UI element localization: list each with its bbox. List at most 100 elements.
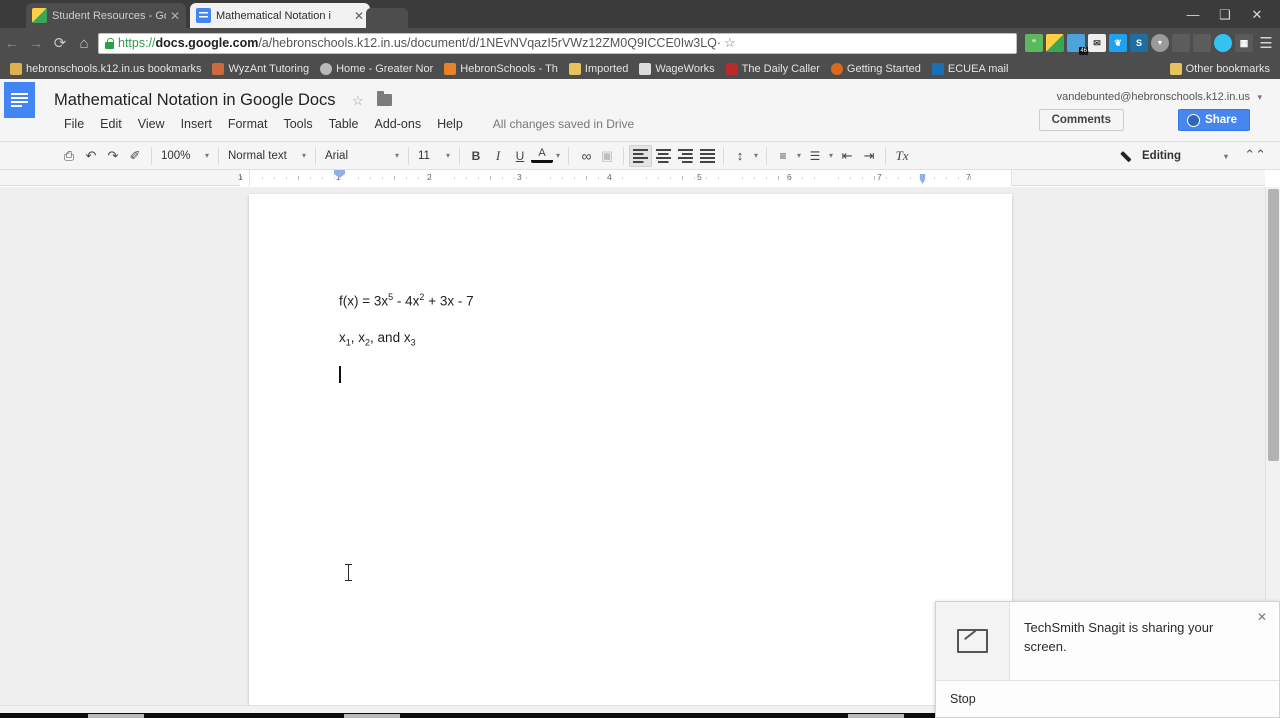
taskbar-item[interactable] [848,714,904,718]
right-indent-marker[interactable] [919,174,926,184]
subscript-line[interactable]: x1, x2, and x3 [339,330,416,348]
line-spacing-button[interactable]: ↕ [729,145,751,167]
cast-extension-icon[interactable] [1172,34,1190,52]
font-dropdown[interactable]: Arial ▾ [321,145,403,167]
close-icon[interactable]: ✕ [1257,610,1267,624]
address-bar[interactable]: https://docs.google.com/a/hebronschools.… [98,32,1017,54]
cast-extension-2-icon[interactable] [1193,34,1211,52]
font-size-value: 11 [418,149,430,162]
bookmark-item[interactable]: Home - Greater Nor [316,62,437,76]
ruler-mark: 4 [607,172,612,182]
bookmark-item[interactable]: WageWorks [635,62,718,76]
menu-table[interactable]: Table [321,115,367,133]
insert-image-button[interactable]: ▣ [596,145,618,167]
gmail-extension-icon[interactable]: ✉ [1088,34,1106,52]
twitter-extension-icon[interactable]: ❦ [1109,34,1127,52]
account-email[interactable]: vandebunted@hebronschools.k12.in.us [1057,91,1250,103]
menu-edit[interactable]: Edit [92,115,130,133]
vertical-scroll-thumb[interactable] [1268,189,1279,461]
browser-tab-0[interactable]: Student Resources - Goo ✕ [26,3,186,28]
print-button[interactable]: ⎙ [58,145,80,167]
increase-indent-button[interactable]: ⇥ [858,145,880,167]
bookmark-site-icon [725,62,738,75]
menu-addons[interactable]: Add-ons [367,115,430,133]
align-justify-button[interactable] [696,145,718,167]
redo-button[interactable]: ↷ [102,145,124,167]
menu-file[interactable]: File [56,115,92,133]
pocket-extension-icon[interactable]: ▼ [1151,34,1169,52]
star-icon[interactable]: ☆ [352,93,364,109]
hangouts-extension-icon[interactable]: ” [1025,34,1043,52]
bookmark-item[interactable]: hebronschools.k12.in.us bookmarks [6,62,205,76]
close-icon[interactable]: ✕ [1248,8,1266,21]
clear-formatting-button[interactable]: Tx [891,145,913,167]
align-center-button[interactable] [652,145,674,167]
bookmark-label: hebronschools.k12.in.us bookmarks [26,62,202,75]
chrome-menu-icon[interactable]: ☰ [1256,34,1276,52]
chevron-down-icon[interactable]: ▾ [1257,92,1262,103]
chevron-down-icon[interactable]: ▾ [797,151,801,160]
google-drive-extension-icon[interactable] [1046,34,1064,52]
bulleted-list-button[interactable]: ☰ [804,145,826,167]
menu-format[interactable]: Format [220,115,276,133]
taskbar-item[interactable] [344,714,400,718]
menu-tools[interactable]: Tools [275,115,320,133]
bookmark-item[interactable]: Getting Started [827,62,925,76]
snagit-extension-icon[interactable]: S [1130,34,1148,52]
paint-format-button[interactable]: ✐ [124,145,146,167]
bookmark-item[interactable]: HebronSchools - Th [440,62,562,76]
chevron-down-icon[interactable]: ▾ [829,151,833,160]
bookmark-label: Imported [584,62,629,75]
move-to-folder-icon[interactable] [377,91,392,106]
tab-close-icon[interactable]: ✕ [354,10,364,22]
bold-button[interactable]: B [465,145,487,167]
bookmark-star-icon[interactable]: ☆ [724,35,736,51]
maximize-icon[interactable]: ❑ [1216,8,1234,21]
undo-button[interactable]: ↶ [80,145,102,167]
menu-view[interactable]: View [130,115,173,133]
stop-sharing-button[interactable]: Stop [950,692,976,706]
bookmark-item[interactable]: The Daily Caller [722,62,824,76]
share-button[interactable]: Share [1178,109,1250,131]
chrome-remote-extension-icon[interactable] [1214,34,1232,52]
hide-menus-button[interactable]: ⌃⌃ [1244,147,1266,163]
editing-mode-dropdown[interactable]: Editing ▾ [1122,145,1228,167]
forward-icon[interactable]: → [24,36,48,51]
bookmark-item[interactable]: ECUEA mail [928,62,1013,76]
bookmark-item[interactable]: WyzAnt Tutoring [208,62,313,76]
font-size-dropdown[interactable]: 11 ▾ [414,145,454,167]
menu-help[interactable]: Help [429,115,471,133]
google-calendar-extension-icon[interactable]: 46 [1067,34,1088,55]
google-docs-logo-icon[interactable] [4,82,35,118]
new-tab-button[interactable] [366,8,408,28]
italic-button[interactable]: I [487,145,509,167]
chevron-down-icon[interactable]: ▾ [754,151,758,160]
taskbar-item[interactable] [88,714,144,718]
underline-button[interactable]: U [509,145,531,167]
comments-button[interactable]: Comments [1038,109,1124,131]
document-ruler[interactable]: 1 1 2 3 4 5 [0,170,1265,186]
paragraph-style-dropdown[interactable]: Normal text ▾ [224,145,310,167]
align-right-button[interactable] [674,145,696,167]
minimize-icon[interactable]: — [1184,8,1202,21]
align-left-button[interactable] [629,144,653,167]
equation-line[interactable]: f(x) = 3x5 - 4x2 + 3x - 7 [339,292,474,309]
zoom-dropdown[interactable]: 100% ▾ [157,145,213,167]
tab-close-icon[interactable]: ✕ [170,10,180,22]
decrease-indent-button[interactable]: ⇤ [836,145,858,167]
other-bookmarks-item[interactable]: Other bookmarks [1166,62,1274,76]
chevron-down-icon[interactable]: ▾ [556,151,560,160]
align-right-icon [677,148,693,163]
reload-icon[interactable]: ⟳ [48,36,72,51]
page-title[interactable]: Mathematical Notation in Google Docs [54,91,336,110]
text-color-button[interactable]: A [531,146,553,163]
numbered-list-button[interactable]: ≡ [772,145,794,167]
bookmark-item[interactable]: Imported [565,62,632,76]
menu-insert[interactable]: Insert [173,115,220,133]
back-icon[interactable]: ← [0,36,24,51]
video-extension-icon[interactable]: ▦ [1235,34,1253,52]
insert-link-button[interactable]: ∞ [574,145,596,167]
home-icon[interactable]: ⌂ [72,36,96,51]
browser-tab-1[interactable]: Mathematical Notation i ✕ [190,3,370,28]
document-page[interactable]: f(x) = 3x5 - 4x2 + 3x - 7 x1, x2, and x3 [249,194,1012,705]
